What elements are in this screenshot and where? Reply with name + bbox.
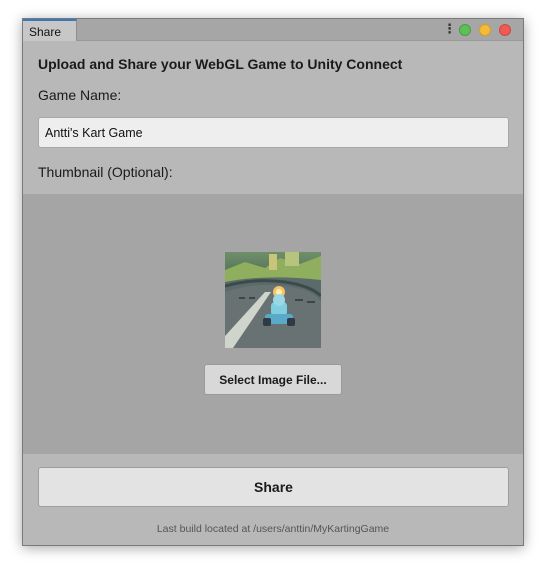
kart-thumbnail-art bbox=[225, 252, 321, 348]
tab-share[interactable]: Share bbox=[23, 19, 77, 41]
tab-bar: Share ⋮ bbox=[23, 19, 523, 41]
game-name-input[interactable] bbox=[38, 117, 509, 148]
share-button[interactable]: Share bbox=[38, 467, 509, 507]
close-light-icon[interactable] bbox=[499, 24, 511, 36]
thumbnail-label: Thumbnail (Optional): bbox=[38, 164, 173, 180]
select-image-file-button[interactable]: Select Image File... bbox=[204, 364, 342, 395]
kebab-menu-icon[interactable]: ⋮ bbox=[443, 22, 456, 36]
minimize-light-icon[interactable] bbox=[479, 24, 491, 36]
thumbnail-area: Select Image File... bbox=[23, 194, 523, 454]
share-window: Share ⋮ Upload and Share your WebGL Game… bbox=[22, 18, 524, 546]
page-title: Upload and Share your WebGL Game to Unit… bbox=[38, 56, 403, 72]
thumbnail-image bbox=[225, 252, 321, 348]
maximize-light-icon[interactable] bbox=[459, 24, 471, 36]
build-location-text: Last build located at /users/anttin/MyKa… bbox=[156, 523, 390, 535]
game-name-label: Game Name: bbox=[38, 87, 122, 103]
